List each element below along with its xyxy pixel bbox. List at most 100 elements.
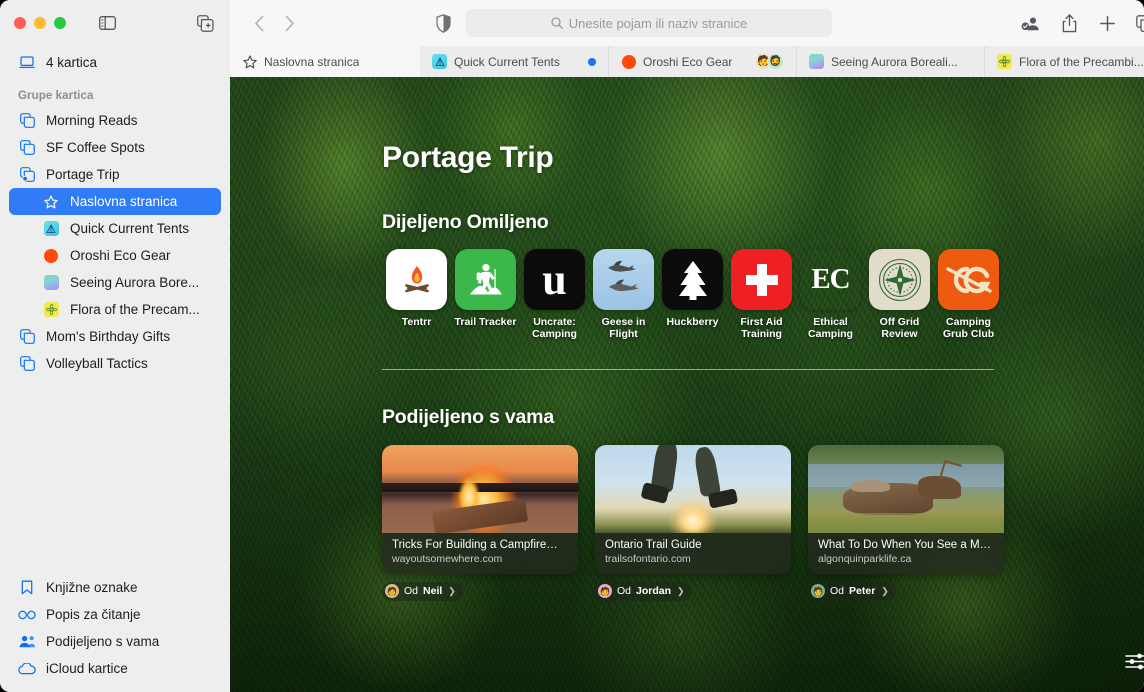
bookmark-icon [18, 579, 36, 597]
back-button[interactable] [244, 8, 274, 38]
favorite-label: Camping Grub Club [942, 316, 995, 341]
from-name: Neil [423, 585, 443, 598]
shared-with-you-profile-icon[interactable] [1021, 13, 1041, 33]
shared-card-ontario-trail-guide[interactable]: Ontario Trail Guide trailsofontario.com … [595, 444, 791, 601]
favorite-label: Huckberry [666, 316, 719, 328]
sidebar-item-label: Naslovna stranica [70, 194, 178, 209]
from-prefix: Od [830, 585, 845, 598]
favicon-tent-icon [432, 54, 447, 69]
sidebar-item-sf-coffee-spots[interactable]: SF Coffee Spots [9, 134, 221, 161]
start-page-scroll[interactable]: Portage Trip Dijeljeno Omiljeno Tentrr T… [230, 77, 1144, 692]
shared-card-moose[interactable]: What To Do When You See a Moo... algonqu… [808, 444, 1004, 601]
sidebar-item-volleyball-tactics[interactable]: Volleyball Tactics [9, 350, 221, 377]
sidebar-item-portage-trip[interactable]: Portage Trip [9, 161, 221, 188]
minimize-button[interactable] [34, 17, 46, 29]
letters-ec-icon: EC [800, 249, 861, 310]
sidebar-scroll-area: 4 kartica Grupe kartica Morning Reads SF… [0, 46, 230, 377]
sidebar-item-oroshi-eco-gear[interactable]: Oroshi Eco Gear [9, 242, 221, 269]
sidebar-item-label: Morning Reads [46, 113, 138, 128]
safari-window: 4 kartica Grupe kartica Morning Reads SF… [0, 0, 1144, 692]
browser-toolbar: Unesite pojam ili naziv stranice [230, 0, 1144, 46]
sidebar-item-icloud-tabs[interactable]: iCloud kartice [9, 655, 221, 682]
shared-from-chip[interactable]: 🧑 Od Jordan ❯ [595, 581, 692, 601]
tab-group-icon [18, 328, 36, 346]
sidebar-item-moms-birthday-gifts[interactable]: Mom's Birthday Gifts [9, 323, 221, 350]
card-url: trailsofontario.com [605, 552, 691, 565]
card-title: What To Do When You See a Moo... [818, 538, 994, 551]
forward-button[interactable] [274, 8, 304, 38]
shared-favorites-heading: Dijeljeno Omiljeno [382, 211, 549, 233]
tab-label: Quick Current Tents [454, 54, 560, 69]
sidebar-item-shared-with-you[interactable]: Podijeljeno s vama [9, 628, 221, 655]
sidebar-section-header: Grupe kartica [18, 90, 94, 102]
sidebar-item-label: Oroshi Eco Gear [70, 248, 171, 263]
sidebar-item-flora-precambrian[interactable]: Flora of the Precam... [9, 296, 221, 323]
shared-card-campfire[interactable]: Tricks For Building a Campfire—F... wayo… [382, 444, 578, 601]
favorite-first-aid-training[interactable]: First Aid Training [727, 249, 796, 341]
sidebar-item-quick-current-tents[interactable]: Quick Current Tents [9, 215, 221, 242]
search-icon [551, 17, 563, 29]
shared-with-you-cards: Tricks For Building a Campfire—F... wayo… [382, 444, 1144, 601]
sidebar-item-label: Knjižne oznake [46, 580, 138, 595]
share-icon[interactable] [1059, 13, 1079, 33]
tab-oroshi-eco-gear[interactable]: Oroshi Eco Gear 🧑 🧔 [609, 46, 797, 77]
main-area: Unesite pojam ili naziv stranice Naslovn… [230, 0, 1144, 692]
tab-flora-of-the-precambrian[interactable]: Flora of the Precambi... [985, 46, 1144, 77]
favorite-label: Tentrr [401, 316, 432, 328]
avatar: 🧑 [385, 584, 399, 599]
from-name: Jordan [636, 585, 672, 598]
page-title: Portage Trip [382, 141, 554, 174]
sidebar-item-seeing-aurora[interactable]: Seeing Aurora Bore... [9, 269, 221, 296]
tab-overview-icon[interactable] [1135, 13, 1144, 33]
sidebar-item-label: Flora of the Precam... [70, 302, 200, 317]
privacy-shield-icon[interactable] [430, 10, 456, 36]
favicon-flora-icon [42, 301, 60, 319]
zoom-button[interactable] [54, 17, 66, 29]
favicon-aurora-icon [42, 274, 60, 292]
tab-seeing-aurora-borealis[interactable]: Seeing Aurora Boreali... [797, 46, 985, 77]
address-placeholder: Unesite pojam ili naziv stranice [568, 15, 748, 31]
close-button[interactable] [14, 17, 26, 29]
favorite-huckberry[interactable]: Huckberry [658, 249, 727, 341]
campfire-photo [382, 444, 578, 533]
laptop-icon [18, 54, 36, 72]
shared-from-chip[interactable]: 🧑 Od Neil ❯ [382, 581, 463, 601]
address-search-field[interactable]: Unesite pojam ili naziv stranice [466, 9, 832, 37]
sidebar-item-label: Popis za čitanje [46, 607, 141, 622]
tab-group-icon [18, 112, 36, 130]
tab-quick-current-tents[interactable]: Quick Current Tents [420, 46, 609, 77]
favorite-label: Trail Tracker [454, 316, 517, 328]
first-aid-icon [731, 249, 792, 310]
favorite-label: Ethical Camping [808, 316, 853, 341]
sidebar-item-morning-reads[interactable]: Morning Reads [9, 107, 221, 134]
card-url: algonquinparklife.ca [818, 552, 912, 565]
favorite-ethical-camping[interactable]: EC Ethical Camping [796, 249, 865, 341]
sidebar-item-naslovna-stranica[interactable]: Naslovna stranica [9, 188, 221, 215]
new-tab-group-icon[interactable] [194, 12, 216, 34]
tab-naslovna-stranica[interactable]: Naslovna stranica [230, 46, 420, 77]
sidebar-item-label: Mom's Birthday Gifts [46, 329, 171, 344]
favorite-uncrate-camping[interactable]: u Uncrate: Camping [520, 249, 589, 341]
icloud-icon [18, 660, 36, 678]
page-settings-sliders-icon[interactable] [1121, 648, 1144, 674]
new-tab-plus-icon[interactable] [1097, 13, 1117, 33]
start-page-content: Portage Trip Dijeljeno Omiljeno Tentrr T… [230, 77, 1144, 692]
hiker-sunset-photo [595, 444, 791, 533]
favorite-camping-grub-club[interactable]: Camping Grub Club [934, 249, 1003, 341]
sidebar-item-tabs-count[interactable]: 4 kartica [9, 49, 221, 76]
sidebar-item-reading-list[interactable]: Popis za čitanje [9, 601, 221, 628]
tab-bar: Naslovna stranica Quick Current Tents Or… [230, 46, 1144, 77]
favorite-trail-tracker[interactable]: Trail Tracker [451, 249, 520, 341]
sidebar-item-label: Seeing Aurora Bore... [70, 275, 200, 290]
tab-unread-badge [588, 57, 596, 66]
sidebar-toggle-icon[interactable] [96, 12, 118, 34]
shared-from-chip[interactable]: 🧑 Od Peter ❯ [808, 581, 896, 601]
pine-tree-icon [662, 249, 723, 310]
sidebar-item-bookmarks[interactable]: Knjižne oznake [9, 574, 221, 601]
tab-label: Oroshi Eco Gear [643, 54, 733, 69]
favorite-tentrr[interactable]: Tentrr [382, 249, 451, 341]
favorite-geese-in-flight[interactable]: Geese in Flight [589, 249, 658, 341]
favorite-off-grid-review[interactable]: Off Grid Review [865, 249, 934, 341]
avatar: 🧑 [811, 584, 825, 599]
avatar: 🧑 [598, 584, 612, 599]
